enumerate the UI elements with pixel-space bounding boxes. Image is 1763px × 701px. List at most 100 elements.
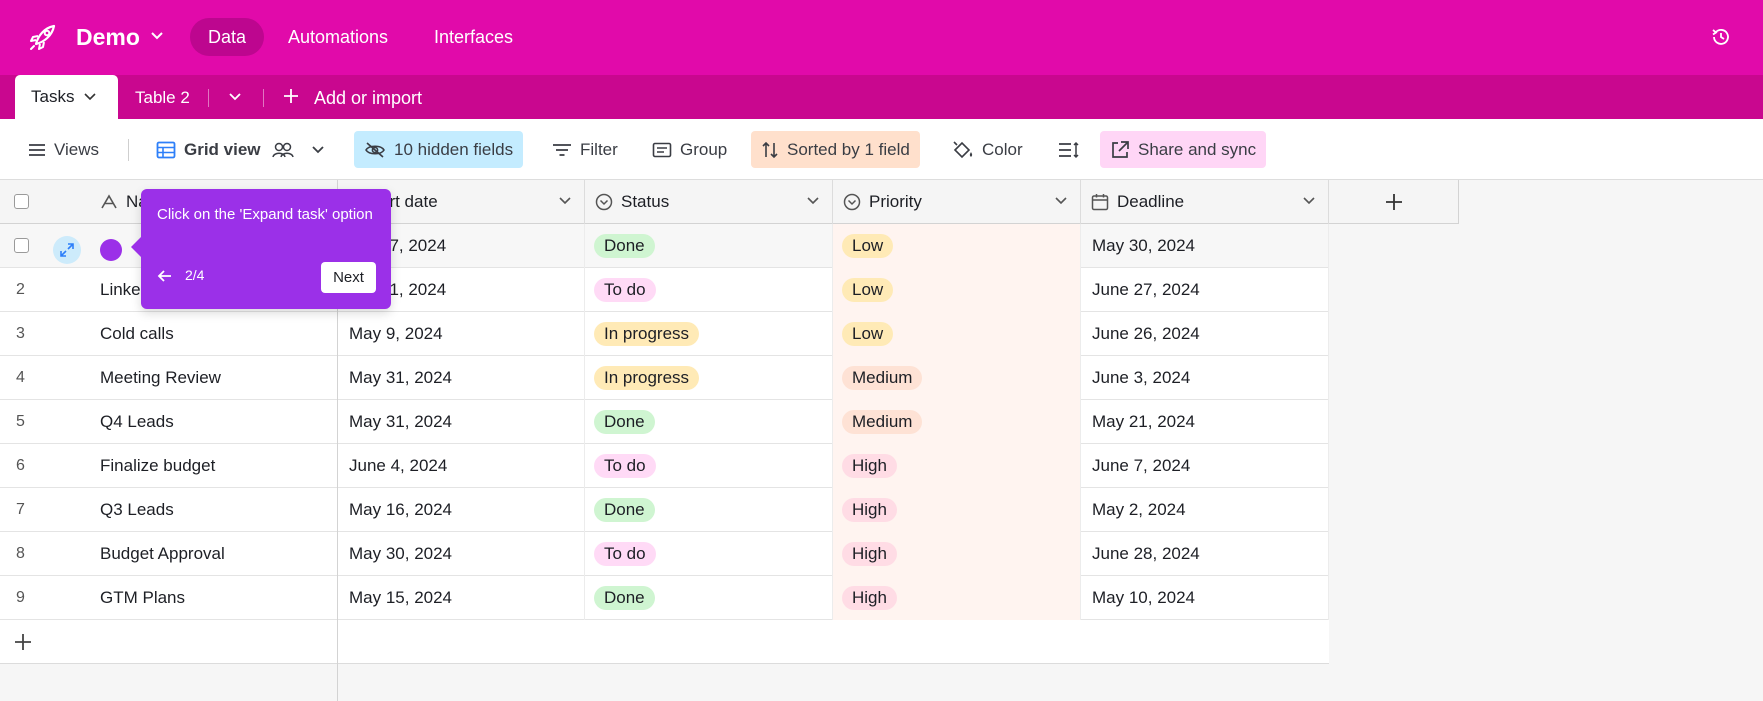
row-number: 3 xyxy=(16,325,25,342)
row-primary-cell[interactable]: 9 GTM Plans xyxy=(0,576,338,620)
filter-button[interactable]: Filter xyxy=(542,131,628,168)
column-header-priority[interactable]: Priority xyxy=(833,180,1081,224)
select-all-checkbox[interactable] xyxy=(14,194,29,209)
deadline-cell[interactable]: June 3, 2024 xyxy=(1081,356,1329,400)
status-cell[interactable]: To do xyxy=(585,268,833,312)
priority-cell[interactable]: High xyxy=(833,488,1081,532)
row-number: 7 xyxy=(16,501,25,518)
group-icon xyxy=(652,142,672,157)
priority-badge: Medium xyxy=(842,410,923,434)
row-primary-cell[interactable]: 7 Q3 Leads xyxy=(0,488,338,532)
row-checkbox[interactable] xyxy=(14,238,29,253)
add-field-button[interactable] xyxy=(1329,180,1459,224)
priority-cell[interactable]: High xyxy=(833,444,1081,488)
next-button[interactable]: Next xyxy=(321,262,376,293)
hotspot-marker xyxy=(100,239,122,261)
chevron-down-icon[interactable] xyxy=(806,196,820,206)
start-date-cell[interactable]: May 31, 2024 xyxy=(338,356,585,400)
chevron-down-icon[interactable] xyxy=(311,145,325,155)
color-button[interactable]: Color xyxy=(942,131,1033,168)
table-row[interactable]: 9 GTM Plans May 15, 2024 Done High May 10, 20… xyxy=(0,576,1329,620)
table-row[interactable]: 5 Q4 Leads May 31, 2024 Done Medium May 21, 2… xyxy=(0,400,1329,444)
history-icon[interactable] xyxy=(1710,26,1732,48)
table-row[interactable]: 7 Q3 Leads May 16, 2024 Done High May 2, 2024 xyxy=(0,488,1329,532)
start-date-cell[interactable]: May 30, 2024 xyxy=(338,532,585,576)
views-button[interactable]: Views xyxy=(18,131,109,168)
tab-tasks[interactable]: Tasks xyxy=(15,75,118,119)
tab-table-2[interactable]: Table 2 xyxy=(135,75,190,119)
plus-icon xyxy=(1385,193,1402,210)
priority-cell[interactable]: Low xyxy=(833,224,1081,268)
status-cell[interactable]: In progress xyxy=(585,312,833,356)
chevron-down-icon[interactable] xyxy=(1302,196,1316,206)
priority-cell[interactable]: Low xyxy=(833,268,1081,312)
priority-cell[interactable]: Medium xyxy=(833,400,1081,444)
share-and-sync-label: Share and sync xyxy=(1138,140,1257,159)
deadline-cell[interactable]: June 7, 2024 xyxy=(1081,444,1329,488)
arrow-left-icon[interactable] xyxy=(157,269,173,283)
deadline-cell[interactable]: June 28, 2024 xyxy=(1081,532,1329,576)
start-date-cell[interactable]: May 9, 2024 xyxy=(338,312,585,356)
priority-cell[interactable]: Medium xyxy=(833,356,1081,400)
text-field-icon xyxy=(101,194,117,209)
row-primary-cell[interactable]: 6 Finalize budget xyxy=(0,444,338,488)
row-height-button[interactable] xyxy=(1048,131,1090,168)
deadline-cell[interactable]: May 21, 2024 xyxy=(1081,400,1329,444)
status-cell[interactable]: To do xyxy=(585,444,833,488)
row-primary-cell[interactable]: 4 Meeting Review xyxy=(0,356,338,400)
status-cell[interactable]: To do xyxy=(585,532,833,576)
start-date-cell[interactable]: May 31, 2024 xyxy=(338,400,585,444)
chevron-down-icon[interactable] xyxy=(228,92,242,102)
row-primary-cell[interactable]: 3 Cold calls xyxy=(0,312,338,356)
priority-cell[interactable]: High xyxy=(833,576,1081,620)
column-header-status[interactable]: Status xyxy=(585,180,833,224)
start-date-cell[interactable]: May 16, 2024 xyxy=(338,488,585,532)
row-primary-cell[interactable]: 8 Budget Approval xyxy=(0,532,338,576)
deadline-cell[interactable]: May 30, 2024 xyxy=(1081,224,1329,268)
table-row[interactable]: 3 Cold calls May 9, 2024 In progress Low June… xyxy=(0,312,1329,356)
sort-button[interactable]: Sorted by 1 field xyxy=(751,131,920,168)
views-label: Views xyxy=(54,140,100,159)
deadline-cell[interactable]: May 10, 2024 xyxy=(1081,576,1329,620)
base-name[interactable]: Demo xyxy=(76,22,140,52)
divider xyxy=(263,89,264,107)
add-or-import-button[interactable]: Add or import xyxy=(282,75,422,119)
table-row[interactable]: 4 Meeting Review May 31, 2024 In progress Me… xyxy=(0,356,1329,400)
status-cell[interactable]: Done xyxy=(585,576,833,620)
grid-view-button[interactable]: Grid view xyxy=(146,131,343,168)
column-header-deadline[interactable]: Deadline xyxy=(1081,180,1329,224)
nav-interfaces[interactable]: Interfaces xyxy=(416,18,531,56)
add-record-row[interactable] xyxy=(0,620,1329,664)
deadline-cell[interactable]: May 2, 2024 xyxy=(1081,488,1329,532)
priority-cell[interactable]: Low xyxy=(833,312,1081,356)
color-label: Color xyxy=(982,140,1023,159)
rocket-icon[interactable] xyxy=(28,22,58,52)
row-primary-cell[interactable]: 5 Q4 Leads xyxy=(0,400,338,444)
add-record-cell[interactable] xyxy=(0,620,338,664)
status-cell[interactable]: Done xyxy=(585,224,833,268)
priority-cell[interactable]: High xyxy=(833,532,1081,576)
start-date-cell[interactable]: June 4, 2024 xyxy=(338,444,585,488)
nav-data[interactable]: Data xyxy=(190,18,265,56)
chevron-down-icon[interactable] xyxy=(150,31,164,41)
divider xyxy=(208,89,209,107)
status-badge: To do xyxy=(594,278,656,302)
share-and-sync-button[interactable]: Share and sync xyxy=(1100,131,1267,168)
deadline-cell[interactable]: June 27, 2024 xyxy=(1081,268,1329,312)
hidden-fields-button[interactable]: 10 hidden fields xyxy=(354,131,524,168)
status-cell[interactable]: Done xyxy=(585,488,833,532)
chevron-down-icon[interactable] xyxy=(1054,196,1068,206)
status-cell[interactable]: In progress xyxy=(585,356,833,400)
table-row[interactable]: 6 Finalize budget June 4, 2024 To do High Jun… xyxy=(0,444,1329,488)
chevron-down-icon[interactable] xyxy=(84,93,97,101)
chevron-down-icon[interactable] xyxy=(558,196,572,206)
start-date-cell[interactable]: May 15, 2024 xyxy=(338,576,585,620)
deadline-cell[interactable]: June 26, 2024 xyxy=(1081,312,1329,356)
nav-automations[interactable]: Automations xyxy=(270,18,406,56)
status-cell[interactable]: Done xyxy=(585,400,833,444)
group-button[interactable]: Group xyxy=(642,131,737,168)
deadline-value: June 26, 2024 xyxy=(1092,324,1200,343)
table-row[interactable]: 8 Budget Approval May 30, 2024 To do High Jun… xyxy=(0,532,1329,576)
expand-task-button[interactable] xyxy=(53,236,81,264)
priority-badge: Medium xyxy=(842,366,923,390)
